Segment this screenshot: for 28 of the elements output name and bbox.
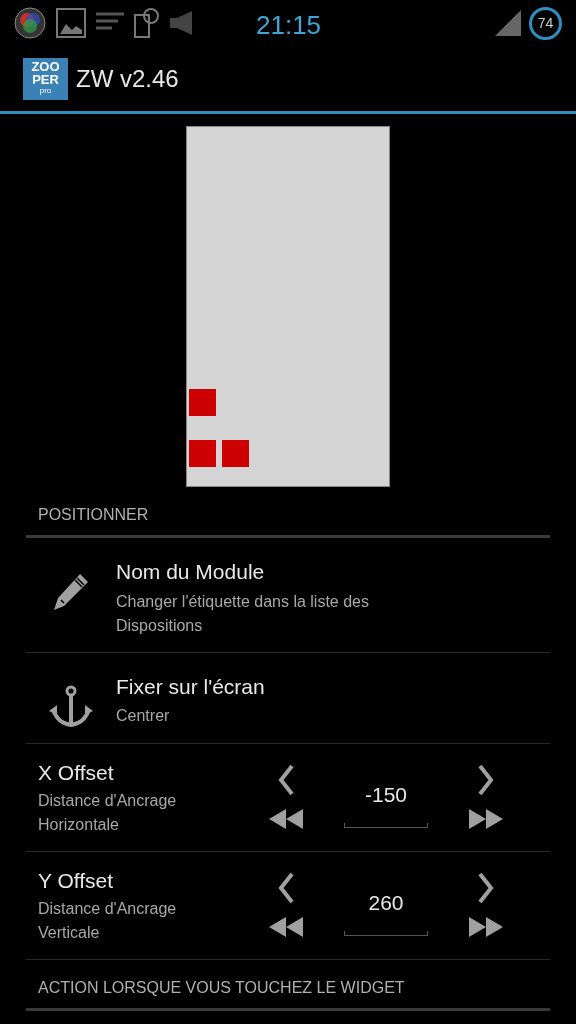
rewind-icon[interactable] xyxy=(268,807,304,831)
speaker-icon xyxy=(170,11,194,35)
settings-item[interactable]: Nom du Module Changer l'étiquette dans la liste des Dispositions xyxy=(26,538,550,653)
value-field[interactable]: -150 xyxy=(344,766,428,828)
anchor-icon xyxy=(49,684,93,729)
signal-icon xyxy=(495,10,521,36)
section-header: POSITIONNER xyxy=(38,506,149,523)
item-subtitle: Centrer xyxy=(116,706,171,726)
item-subtitle: Distance d'Ancrage Verticale xyxy=(38,898,178,943)
item-title: Fixer sur l'écran xyxy=(116,673,266,700)
rewind-icon[interactable] xyxy=(268,915,304,939)
color-wheel-icon xyxy=(14,7,46,39)
section-header: ACTION LORSQUE VOUS TOUCHEZ LE WIDGET xyxy=(38,978,405,996)
item-title: X Offset xyxy=(38,760,115,787)
item-subtitle: Changer l'étiquette dans la liste des Dispositions xyxy=(116,591,370,636)
clipboard-icon xyxy=(134,7,160,39)
image-icon xyxy=(56,8,86,38)
fast-forward-icon[interactable] xyxy=(468,915,504,939)
app-title: ZW v2.46 xyxy=(76,63,179,94)
item-subtitle: Distance d'Ancrage Horizontale xyxy=(38,790,178,835)
item-title: Nom du Module xyxy=(116,559,266,585)
clock: 21:15 xyxy=(256,9,322,42)
value-field[interactable]: 260 xyxy=(344,874,428,936)
battery-ring: 74 xyxy=(529,6,562,40)
item-title: Y Offset xyxy=(38,868,115,895)
settings-item[interactable]: Fixer sur l'écran Centrer xyxy=(26,652,550,744)
fast-forward-icon[interactable] xyxy=(468,807,504,831)
app-logo: ZOO PER pro xyxy=(23,57,68,100)
